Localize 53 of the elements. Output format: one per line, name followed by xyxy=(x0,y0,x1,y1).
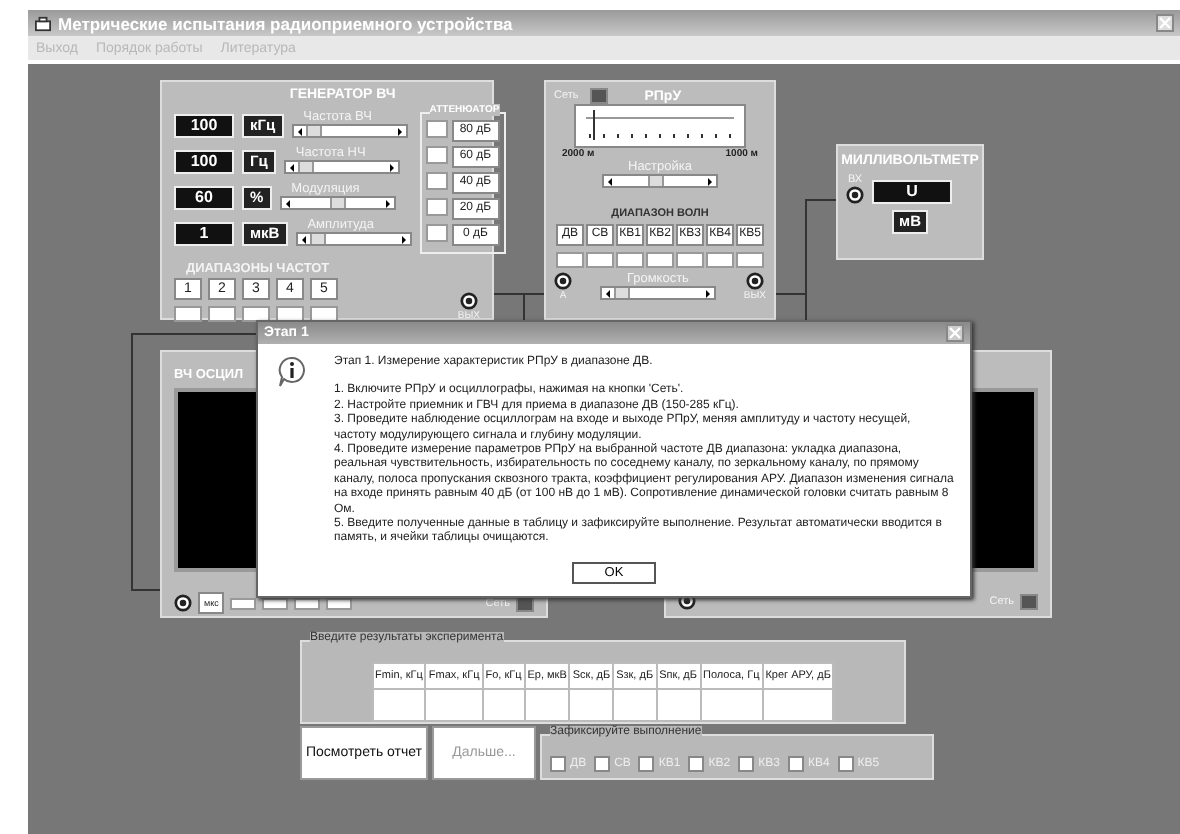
checkbox[interactable] xyxy=(550,755,566,771)
scrollbar-thumb[interactable] xyxy=(329,198,346,208)
checkbox[interactable] xyxy=(688,755,705,771)
checkbox[interactable] xyxy=(594,755,611,771)
indicator xyxy=(425,172,448,190)
power-switch[interactable] xyxy=(1020,593,1038,609)
value-display: 1 xyxy=(174,222,234,246)
table-cell[interactable] xyxy=(425,689,483,721)
info-icon xyxy=(278,356,306,388)
checkbox[interactable] xyxy=(837,755,854,771)
scrollbar-thumb[interactable] xyxy=(648,176,664,186)
scrollbar[interactable] xyxy=(602,174,718,188)
indicator xyxy=(425,198,448,216)
table-cell[interactable] xyxy=(482,689,525,721)
jack-icon[interactable] xyxy=(846,186,864,204)
jack-icon[interactable] xyxy=(745,272,764,290)
scrollbar-thumb[interactable] xyxy=(305,126,322,136)
jack-icon[interactable] xyxy=(459,292,478,310)
scrollbar[interactable] xyxy=(283,160,400,174)
indicator xyxy=(425,224,448,242)
indicator xyxy=(174,306,202,322)
scrollbar-thumb[interactable] xyxy=(613,288,630,298)
checkbox[interactable] xyxy=(638,755,655,771)
table-cell[interactable] xyxy=(613,689,657,721)
table-cell[interactable] xyxy=(700,689,763,721)
checkbox[interactable] xyxy=(738,755,755,771)
indicator xyxy=(230,597,257,609)
value-display: 60 xyxy=(174,186,234,210)
power-switch[interactable] xyxy=(590,88,609,104)
scrollbar[interactable] xyxy=(279,196,396,210)
value-display: U xyxy=(872,180,952,204)
scrollbar-thumb[interactable] xyxy=(297,162,314,172)
table-cell[interactable] xyxy=(372,689,426,721)
scrollbar[interactable] xyxy=(599,286,716,300)
table-cell[interactable] xyxy=(762,689,834,721)
table-cell[interactable] xyxy=(524,689,570,721)
close-icon[interactable] xyxy=(1156,14,1174,32)
checkbox[interactable] xyxy=(787,755,804,771)
indicator xyxy=(208,306,236,322)
app-icon xyxy=(34,15,52,31)
indicator xyxy=(425,120,448,138)
scrollbar[interactable] xyxy=(291,124,408,138)
table-cell[interactable] xyxy=(656,689,700,721)
close-icon[interactable] xyxy=(946,324,964,342)
value-display: 100 xyxy=(174,150,234,174)
indicator xyxy=(425,146,448,164)
scrollbar[interactable] xyxy=(295,232,412,246)
scrollbar-thumb[interactable] xyxy=(309,234,326,244)
jack-icon[interactable] xyxy=(554,272,572,290)
value-display: 100 xyxy=(174,114,234,138)
jack-icon[interactable] xyxy=(174,594,192,612)
table-cell[interactable] xyxy=(569,689,614,721)
window-title: Метрические испытания радиоприемного устройства xyxy=(58,13,515,33)
